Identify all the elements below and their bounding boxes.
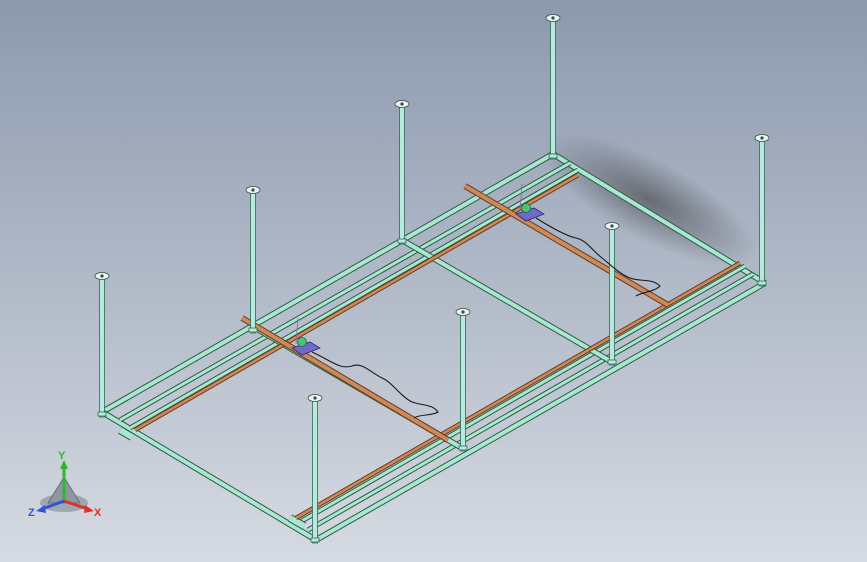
motor-icon xyxy=(297,337,307,347)
column-top-plate xyxy=(307,394,323,402)
column-top-plate xyxy=(604,222,620,230)
y-axis-label: Y xyxy=(58,450,66,462)
column-top-plate xyxy=(94,272,110,280)
column-base xyxy=(97,411,107,417)
x-axis-label: X xyxy=(94,507,102,519)
column-top-plate xyxy=(754,134,770,142)
model-view[interactable] xyxy=(0,0,867,562)
column-base xyxy=(310,537,320,543)
z-axis-arrow-icon xyxy=(36,505,46,513)
graphics-viewport[interactable]: Y X Z xyxy=(0,0,867,562)
view-orientation-triad-icon[interactable]: Y X Z xyxy=(22,445,112,525)
column-top-plate xyxy=(245,186,261,194)
column-top-plate xyxy=(545,14,561,22)
column-base xyxy=(757,280,767,286)
column-base xyxy=(458,445,468,451)
motor-icon xyxy=(521,203,531,213)
column-top-plate xyxy=(455,308,471,316)
column-base xyxy=(397,238,407,244)
column-base xyxy=(248,327,258,333)
column-base xyxy=(548,153,558,159)
x-axis-arrow-icon xyxy=(84,505,94,513)
column-base xyxy=(607,359,617,365)
z-axis-label: Z xyxy=(28,507,35,519)
column-top-plate xyxy=(394,100,410,108)
